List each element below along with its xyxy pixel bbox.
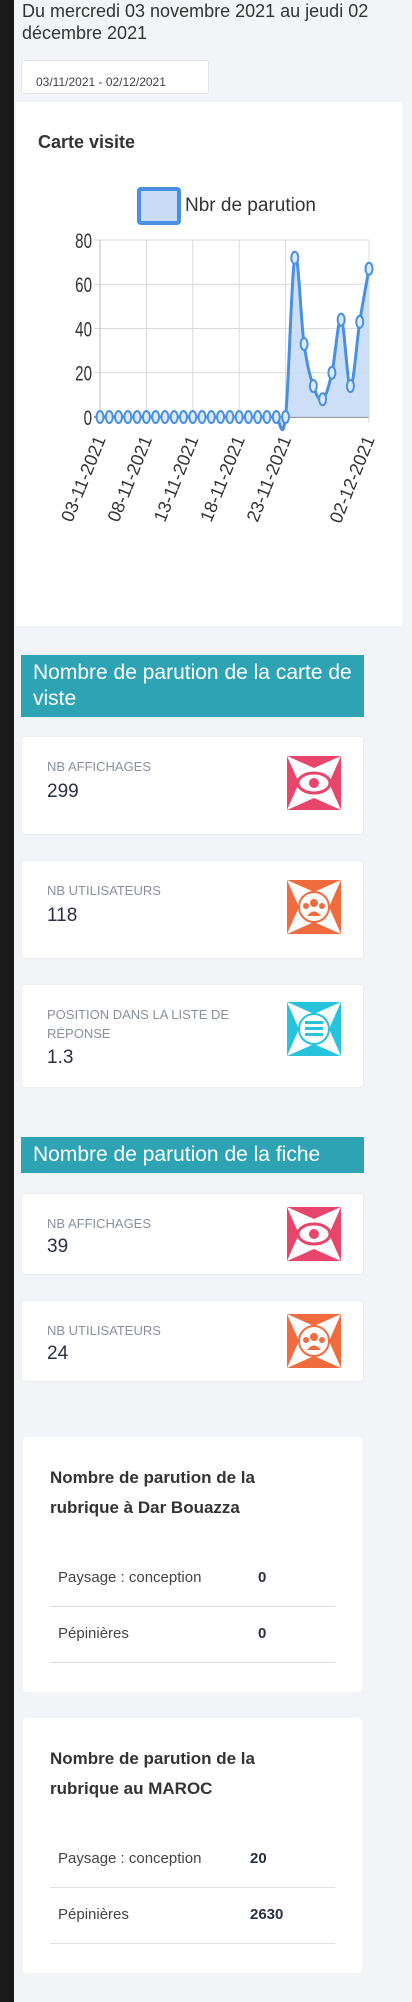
rubrique-row: Paysage : conception 0 (50, 1551, 335, 1607)
stat-label: NB AFFICHAGES (47, 1216, 152, 1231)
data-point (243, 410, 253, 424)
section-header-carte: Nombre de parution de la carte de viste (21, 655, 364, 717)
data-point (178, 410, 188, 424)
data-point (299, 336, 309, 351)
data-point (262, 410, 272, 424)
left-edge-bar (0, 0, 14, 2002)
page: Du mercredi 03 novembre 2021 au jeudi 02… (14, 0, 412, 2002)
data-point (355, 314, 365, 329)
x-tick-label: 18-11-2021 (196, 433, 249, 525)
y-tick-label: 40 (75, 317, 92, 341)
data-point (327, 365, 337, 380)
date-range-picker[interactable]: 03/11/2021 - 02/12/2021 (21, 60, 209, 94)
stat-card-utilisateurs-fiche: NB UTILISATEURS 24 (21, 1300, 364, 1382)
list-icon (287, 1002, 341, 1056)
eye-icon (287, 756, 341, 810)
stat-card-utilisateurs-carte: NB UTILISATEURS 118 (21, 860, 364, 959)
users-icon (287, 880, 341, 934)
rubrique-title: Nombre de parution de la rubrique à Dar … (50, 1468, 255, 1517)
stat-label: NB UTILISATEURS (47, 883, 161, 898)
data-point (271, 410, 281, 424)
data-point (253, 410, 263, 424)
data-point (114, 410, 124, 424)
data-point (206, 410, 216, 424)
data-point (364, 261, 374, 276)
data-point (141, 410, 151, 424)
eye-icon (287, 1207, 341, 1261)
chart-card: Carte visite 0 20 40 60 80 03-11-2021 08-11-2… (16, 102, 402, 626)
x-tick-label: 02-12-2021 (326, 433, 379, 526)
series-area (100, 256, 369, 430)
data-point (308, 379, 318, 394)
rubrique-row: Pépinières 0 (50, 1607, 335, 1663)
users-icon (287, 1314, 341, 1368)
data-point (160, 410, 170, 424)
data-point (345, 379, 355, 394)
data-point (290, 250, 300, 265)
rubrique-row-name: Pépinières (58, 1625, 129, 1642)
date-heading: Du mercredi 03 novembre 2021 au jeudi 02… (22, 1, 369, 43)
rubrique-row: Paysage : conception 20 (50, 1832, 335, 1888)
stat-value: 24 (47, 1343, 69, 1364)
x-tick-label: 08-11-2021 (104, 433, 157, 525)
data-point (95, 410, 105, 424)
data-point (123, 410, 133, 424)
y-tick-label: 80 (75, 228, 92, 252)
legend-swatch (137, 187, 181, 225)
data-point (225, 410, 235, 424)
legend-label: Nbr de parution (185, 195, 316, 216)
stat-label: NB AFFICHAGES (47, 759, 152, 774)
rubrique-row-name: Paysage : conception (58, 1850, 202, 1867)
stat-value: 1.3 (47, 1047, 74, 1068)
stat-card-affichages-fiche: NB AFFICHAGES 39 (21, 1193, 364, 1275)
x-tick-label: 03-11-2021 (57, 433, 110, 525)
stat-card-affichages-carte: NB AFFICHAGES 299 (21, 736, 364, 835)
data-point (281, 410, 291, 424)
section-header-fiche: Nombre de parution de la fiche (21, 1137, 364, 1173)
rubrique-row-value: 2630 (250, 1906, 284, 1923)
rubrique-row-name: Pépinières (58, 1906, 129, 1923)
data-point (169, 410, 179, 424)
data-point (188, 410, 198, 424)
data-point (216, 410, 226, 424)
visits-line-chart: 0 20 40 60 80 03-11-202108-11-202113-11-2021… (57, 187, 379, 526)
rubrique-row: Pépinières 2630 (50, 1888, 335, 1944)
data-point (318, 392, 328, 407)
rubrique-card-local: Nombre de parution de la rubrique à Dar … (23, 1437, 362, 1692)
stat-value: 299 (47, 781, 79, 802)
x-tick-label: 13-11-2021 (150, 433, 203, 525)
rubrique-row-name: Paysage : conception (58, 1569, 202, 1586)
data-point (104, 410, 114, 424)
x-tick-label: 23-11-2021 (243, 433, 296, 525)
stat-label: POSITION DANS LA LISTE DE RÉPONSE (47, 1007, 230, 1041)
rubrique-row-value: 20 (250, 1850, 267, 1867)
y-tick-label: 20 (75, 361, 92, 385)
data-point (132, 410, 142, 424)
data-point (197, 410, 207, 424)
y-tick-label: 0 (84, 405, 92, 429)
rubrique-card-maroc: Nombre de parution de la rubrique au MAR… (23, 1718, 362, 1973)
stat-card-position-carte: POSITION DANS LA LISTE DE RÉPONSE 1.3 (21, 984, 364, 1088)
data-point (151, 410, 161, 424)
rubrique-row-value: 0 (258, 1625, 267, 1642)
rubrique-title: Nombre de parution de la rubrique au MAR… (50, 1749, 255, 1798)
data-point (234, 410, 244, 424)
y-tick-label: 60 (75, 273, 92, 297)
stat-value: 118 (47, 905, 78, 926)
data-point (336, 312, 346, 327)
rubrique-row-value: 0 (258, 1569, 267, 1586)
stat-value: 39 (47, 1236, 69, 1257)
stat-label: NB UTILISATEURS (47, 1323, 161, 1338)
